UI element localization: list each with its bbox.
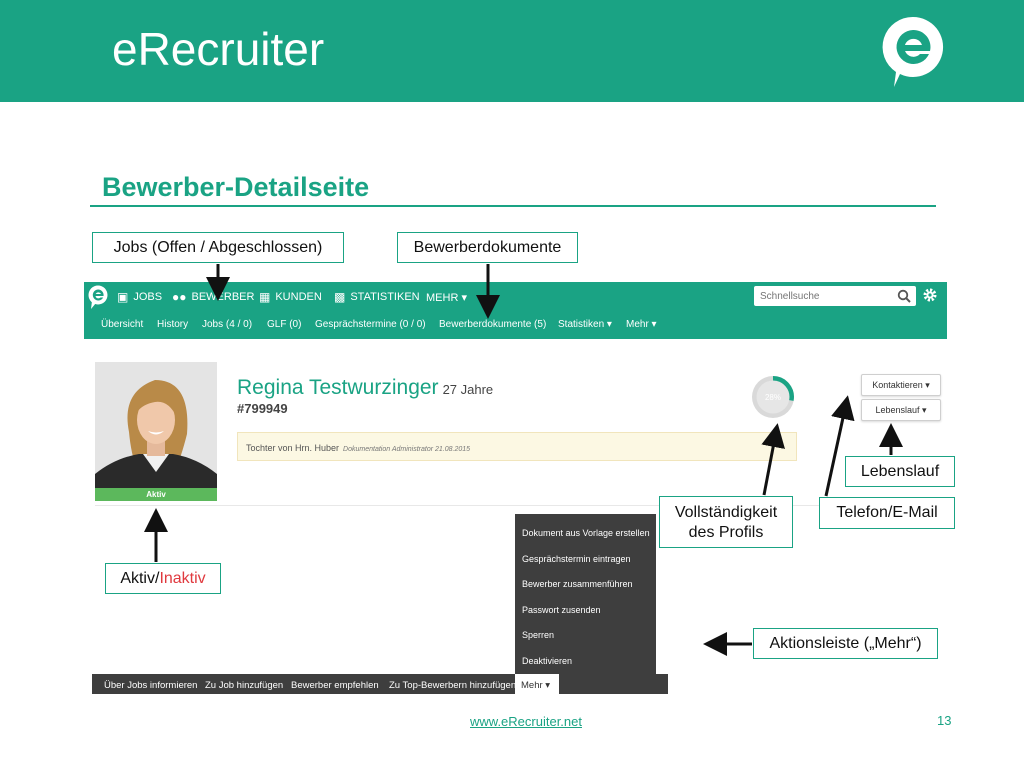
subnav-statistics[interactable]: Statistiken ▾ [558,319,612,330]
nav-statistics-label: STATISTIKEN [350,291,420,303]
callout-completeness-line2: des Profils [688,524,764,541]
candidate-name: Regina Testwurzinger [237,376,439,399]
callout-contact: Telefon/E-Mail [819,497,955,529]
nav-jobs-label: JOBS [133,291,163,303]
callout-active-inactive: Aktiv/Inaktiv [105,563,221,594]
callout-completeness-line1: Vollständigkeit [674,504,778,521]
cv-dropdown-button[interactable]: Lebenslauf ▾ [861,399,941,421]
callout-active: Aktiv/ [120,570,160,587]
users-icon: ●● [172,290,187,304]
nav-applicants[interactable]: ●● BEWERBER [172,289,254,305]
callout-inactive: Inaktiv [159,570,206,587]
app-navigation: ▣ JOBS ●● BEWERBER ▦ KUNDEN ▩ STATISTIKE… [84,282,947,339]
candidate-id: #799949 [237,401,288,416]
action-inform-about-jobs[interactable]: Über Jobs informieren [104,680,197,691]
menu-item-deactivate[interactable]: Deaktivieren [522,656,572,666]
candidate-age: 27 Jahre [442,382,494,397]
footer-website-link[interactable]: www.eRecruiter.net [470,714,582,729]
nav-more[interactable]: MEHR ▾ [426,289,467,305]
note-text: Tochter von Hrn. Huber [246,443,340,453]
profile-completeness-ring: 28% [752,376,794,418]
subnav-more[interactable]: Mehr ▾ [626,319,657,330]
candidate-name-line: Regina Testwurzinger 27 Jahre [237,376,493,400]
callout-documents: Bewerberdokumente [397,232,578,263]
subnav-overview[interactable]: Übersicht [101,319,143,330]
completeness-label: 28% [765,393,781,402]
callout-cv: Lebenslauf [845,456,955,487]
note-meta: Dokumentation Administrator 21.08.2015 [343,446,471,453]
nav-more-label: MEHR ▾ [426,291,467,304]
search-icon[interactable] [897,289,911,303]
search-input[interactable] [760,289,890,303]
nav-customers[interactable]: ▦ KUNDEN [259,289,322,305]
nav-applicants-label: BEWERBER [191,291,255,303]
subnav-jobs[interactable]: Jobs (4 / 0) [202,319,252,330]
action-recommend-applicant[interactable]: Bewerber empfehlen [291,680,379,691]
more-menu: Dokument aus Vorlage erstellen Gesprächs… [515,514,656,674]
menu-item-merge-applicants[interactable]: Bewerber zusammenführen [522,579,633,589]
gear-icon[interactable] [922,287,938,303]
page-number: 13 [937,713,952,728]
nav-statistics[interactable]: ▩ STATISTIKEN [334,289,420,305]
bar-chart-icon: ▩ [334,290,346,304]
header-band: eRecruiter [0,0,1024,102]
action-more-button[interactable]: Mehr ▾ [515,674,559,694]
menu-item-send-password[interactable]: Passwort zusenden [522,605,601,615]
arrow-contact [824,395,855,497]
status-badge[interactable]: Aktiv [95,488,217,501]
heading-divider [90,205,936,207]
building-icon: ▦ [259,290,271,304]
search-box [754,286,916,306]
slide-heading: Bewerber-Detailseite [102,172,370,202]
briefcase-icon: ▣ [117,290,129,304]
subnav-appointments[interactable]: Gesprächstermine (0 / 0) [315,319,426,330]
callout-jobs: Jobs (Offen / Abgeschlossen) [92,232,344,263]
note-bar: Tochter von Hrn. Huber Dokumentation Admi… [237,432,797,461]
content-divider [95,505,945,506]
action-bar: Über Jobs informieren Zu Job hinzufügen … [92,674,668,694]
menu-item-block[interactable]: Sperren [522,630,554,640]
subnav-history[interactable]: History [157,319,188,330]
subnav-documents[interactable]: Bewerberdokumente (5) [439,319,546,330]
menu-item-create-document[interactable]: Dokument aus Vorlage erstellen [522,528,650,538]
slide: eRecruiter Bewerber-Detailseite Jobs (Of… [0,0,1024,768]
callout-action-bar: Aktionsleiste („Mehr“) [753,628,938,659]
action-add-to-job[interactable]: Zu Job hinzufügen [205,680,283,691]
subnav-glf[interactable]: GLF (0) [267,319,301,330]
erecruiter-logo-icon [882,16,944,88]
candidate-photo [95,362,217,488]
action-add-to-top-applicants[interactable]: Zu Top-Bewerbern hinzufügen [389,680,516,691]
callout-completeness: Vollständigkeit des Profils [659,496,793,548]
nav-jobs[interactable]: ▣ JOBS [117,289,162,305]
app-title: eRecruiter [112,23,325,75]
menu-item-add-appointment[interactable]: Gesprächstermin eintragen [522,554,631,564]
app-logo-icon[interactable] [87,285,109,311]
contact-dropdown-button[interactable]: Kontaktieren ▾ [861,374,941,396]
nav-customers-label: KUNDEN [275,291,322,303]
